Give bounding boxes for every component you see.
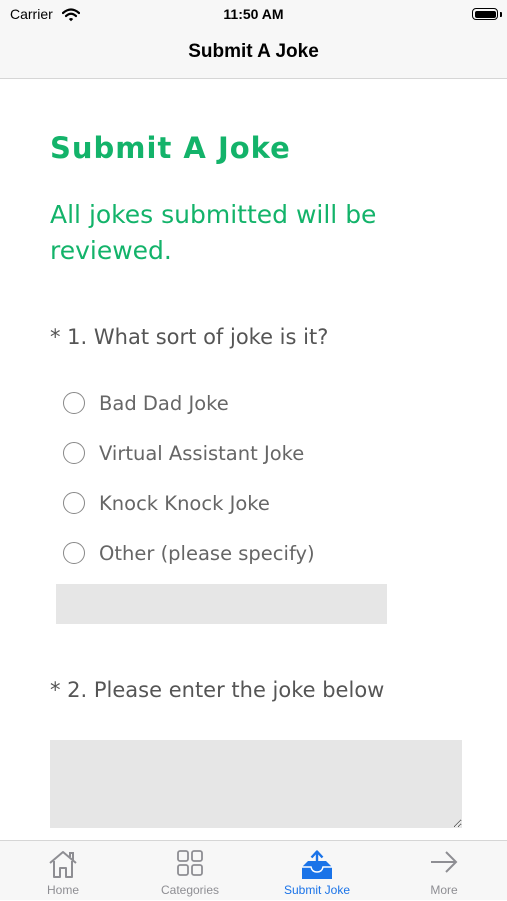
home-icon (0, 849, 126, 883)
grid-icon (127, 849, 253, 881)
upload-tray-icon (254, 849, 380, 885)
radio-option-virtual-assistant-joke[interactable]: Virtual Assistant Joke (63, 438, 304, 468)
radio-label: Knock Knock Joke (99, 491, 270, 515)
status-bar: Carrier 11:50 AM (0, 0, 507, 30)
radio-label: Bad Dad Joke (99, 391, 229, 415)
tab-categories[interactable]: Categories (127, 841, 253, 901)
tab-more[interactable]: More (381, 841, 507, 901)
tab-label: More (430, 883, 458, 897)
radio-circle[interactable] (63, 442, 85, 464)
question-2-label: * 2. Please enter the joke below (50, 678, 385, 702)
status-time: 11:50 AM (223, 6, 284, 22)
page-subtitle: All jokes submitted will be reviewed. (50, 200, 377, 265)
navigation-bar: Submit A Joke (0, 30, 507, 79)
tab-submit-joke[interactable]: Submit Joke (254, 841, 380, 901)
tab-label: Home (46, 883, 79, 897)
battery-icon (472, 8, 498, 20)
radio-option-other[interactable]: Other (please specify) (63, 538, 315, 568)
other-specify-input[interactable] (56, 584, 387, 624)
radio-label: Other (please specify) (99, 541, 315, 565)
radio-label: Virtual Assistant Joke (99, 441, 305, 465)
tab-label: Submit Joke (283, 883, 351, 897)
radio-circle[interactable] (63, 492, 85, 514)
arrow-right-icon (381, 849, 507, 879)
tab-bar: Home Categories Submit Joke More (0, 840, 507, 900)
radio-circle[interactable] (63, 392, 85, 414)
radio-option-knock-knock-joke[interactable]: Knock Knock Joke (63, 488, 270, 518)
joke-text-input[interactable] (50, 740, 462, 828)
question-1-label: * 1. What sort of joke is it? (50, 325, 329, 349)
nav-title: Submit A Joke (188, 41, 319, 62)
battery-tip (500, 12, 502, 17)
tab-label: Categories (160, 883, 220, 897)
radio-option-bad-dad-joke[interactable]: Bad Dad Joke (63, 388, 229, 418)
page-heading: Submit A Joke (50, 131, 291, 165)
radio-circle[interactable] (63, 542, 85, 564)
tab-home[interactable]: Home (0, 841, 126, 901)
